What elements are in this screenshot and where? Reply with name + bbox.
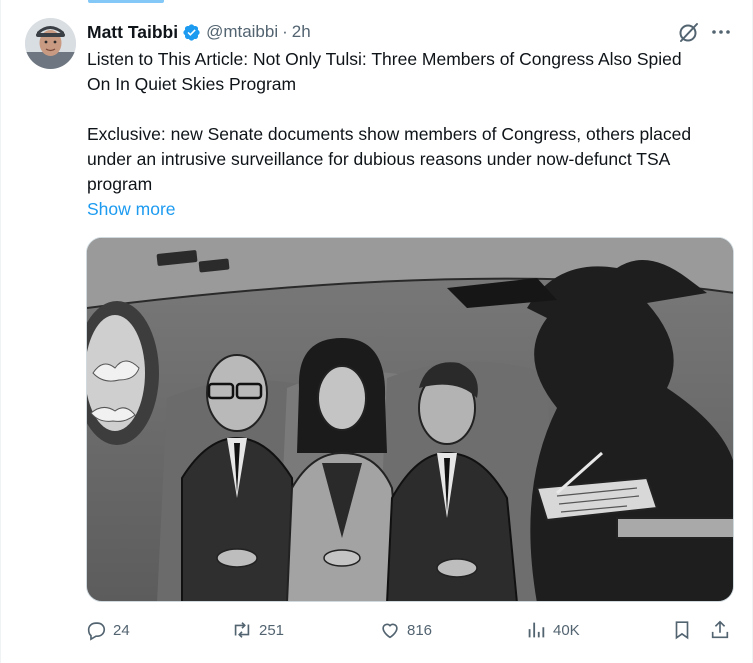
bookmark-button[interactable] (671, 617, 693, 643)
share-icon (711, 620, 729, 639)
show-more-link[interactable]: Show more (87, 197, 176, 222)
timestamp[interactable]: 2h (292, 22, 311, 42)
tab-indicator (88, 0, 164, 3)
verified-badge-icon (182, 23, 201, 42)
avatar[interactable] (25, 18, 76, 69)
tweet-text-title: Listen to This Article: Not Only Tulsi: … (87, 49, 682, 94)
views-count: 40K (553, 621, 580, 639)
repost-button[interactable]: 251 (231, 617, 284, 643)
tweet-header: Matt Taibbi @mtaibbi · 2h (87, 21, 311, 43)
views-button[interactable]: 40K (525, 617, 580, 643)
reply-icon (87, 622, 106, 641)
illustration-airplane-surveillance (87, 238, 733, 601)
separator-dot: · (282, 22, 288, 41)
tweet-card[interactable]: Matt Taibbi @mtaibbi · 2h Listen to This… (0, 0, 753, 663)
action-bar: 24 251 816 40K (85, 617, 735, 643)
author-handle[interactable]: @mtaibbi (206, 22, 278, 42)
share-button[interactable] (709, 617, 731, 643)
author-name[interactable]: Matt Taibbi (87, 22, 178, 43)
heart-icon (382, 623, 398, 639)
tweet-image[interactable] (86, 237, 734, 602)
views-icon (528, 622, 545, 638)
reply-button[interactable]: 24 (85, 617, 130, 643)
reply-count: 24 (113, 621, 130, 639)
like-button[interactable]: 816 (379, 617, 432, 643)
grok-icon[interactable] (677, 20, 701, 44)
like-count: 816 (407, 621, 433, 639)
tweet-text-body: Exclusive: new Senate documents show mem… (87, 124, 692, 194)
repost-count: 251 (259, 621, 285, 639)
repost-icon (234, 622, 250, 638)
more-icon[interactable] (709, 20, 733, 44)
bookmark-icon (675, 621, 689, 640)
